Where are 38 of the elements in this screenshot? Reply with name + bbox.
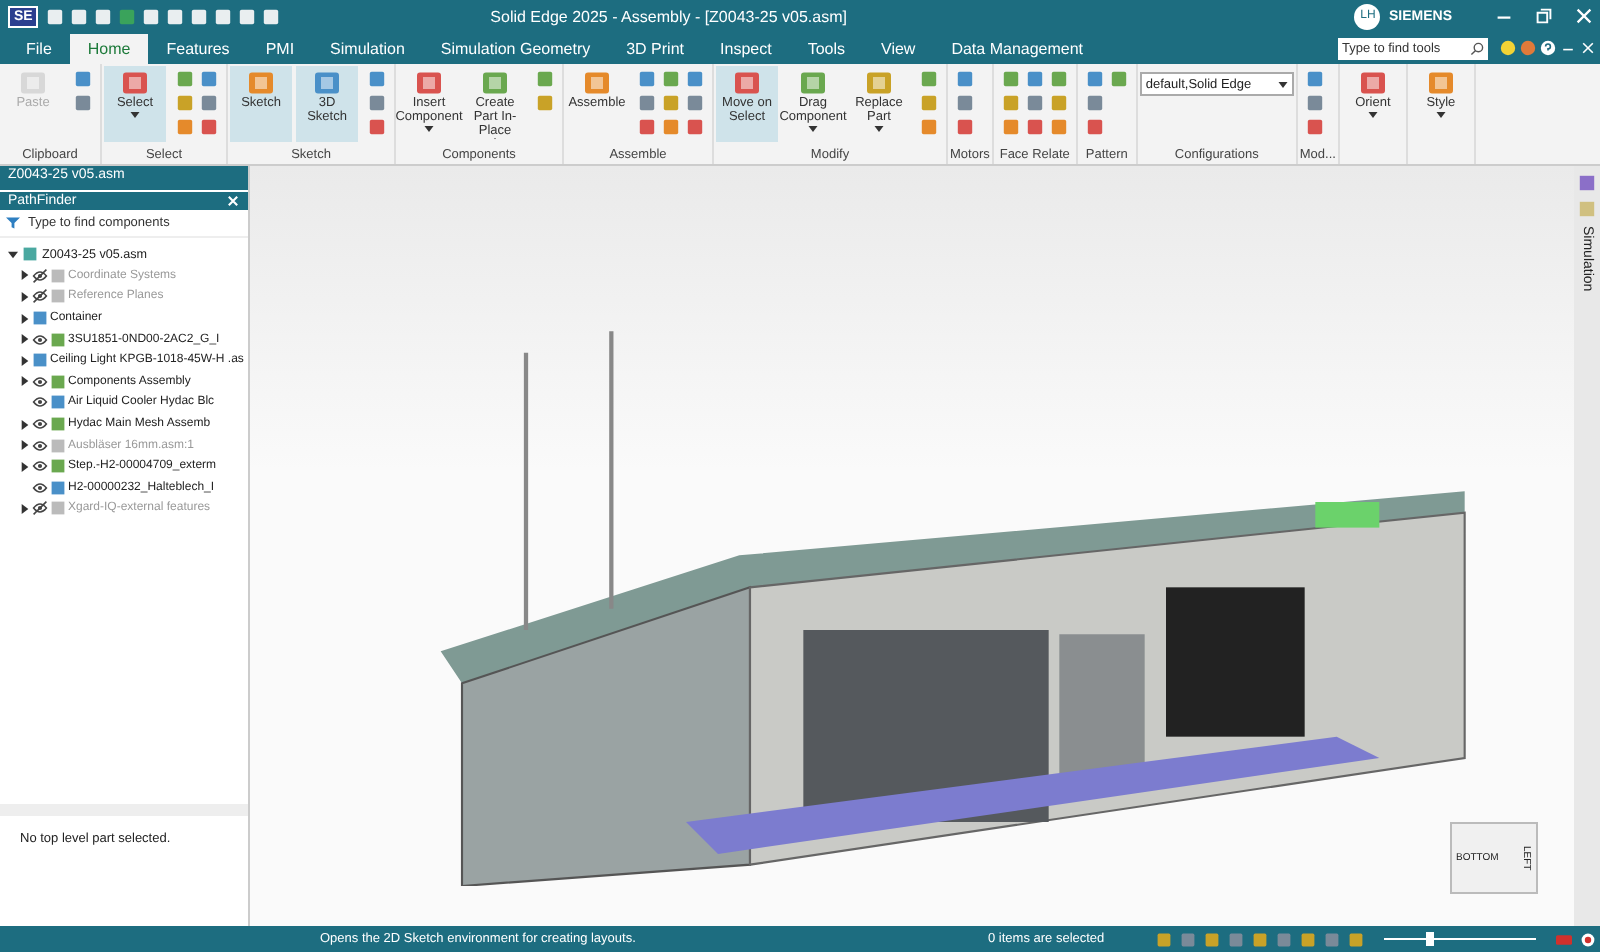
expand-arrow-icon[interactable] xyxy=(20,419,30,430)
search-icon xyxy=(1470,42,1484,56)
expand-arrow-icon[interactable] xyxy=(20,313,30,324)
eye-icon[interactable] xyxy=(32,331,48,348)
menu-tab[interactable]: Tools xyxy=(789,34,863,64)
expand-arrow-icon[interactable] xyxy=(8,249,18,260)
expand-arrow-icon[interactable] xyxy=(20,355,30,366)
tool-icon xyxy=(120,68,150,98)
tool-icon xyxy=(312,68,342,98)
menu-tab[interactable]: Inspect xyxy=(702,34,790,64)
eye-icon[interactable] xyxy=(32,458,48,475)
menu-tab[interactable]: Simulation Geometry xyxy=(422,34,609,64)
close-icon[interactable] xyxy=(1576,8,1592,24)
restore-icon[interactable] xyxy=(1536,8,1552,24)
expand-arrow-icon[interactable] xyxy=(20,461,30,472)
eye-icon[interactable] xyxy=(32,479,48,496)
eye-icon[interactable] xyxy=(32,394,48,411)
expand-arrow-icon[interactable] xyxy=(20,334,30,345)
menu-tab[interactable]: Features xyxy=(148,34,248,64)
help-icon[interactable] xyxy=(1540,40,1556,56)
assembly-icon xyxy=(22,246,38,263)
menu-tab[interactable]: Simulation xyxy=(312,34,423,64)
tool-icon xyxy=(246,68,276,98)
menu-tab[interactable]: Home xyxy=(69,34,149,64)
filter-icon[interactable] xyxy=(6,216,20,230)
close-icon[interactable] xyxy=(1580,40,1596,56)
menu-tab[interactable]: PMI xyxy=(247,34,313,64)
eye-icon[interactable] xyxy=(32,416,48,433)
menu-tab[interactable]: Data Management xyxy=(933,34,1102,64)
close-icon[interactable] xyxy=(226,194,240,208)
eye-icon[interactable] xyxy=(32,373,48,390)
zoom-slider-thumb[interactable] xyxy=(1425,932,1434,946)
tool-icon xyxy=(732,68,762,98)
menu-tab[interactable]: File xyxy=(8,34,70,64)
menu-tab[interactable]: View xyxy=(863,34,934,64)
menu-tab[interactable]: 3D Print xyxy=(608,34,703,64)
expand-arrow-icon[interactable] xyxy=(20,376,30,387)
window-title: Solid Edge 2025 - Assembly - [Z0043-25 v05.asm] xyxy=(488,7,849,25)
